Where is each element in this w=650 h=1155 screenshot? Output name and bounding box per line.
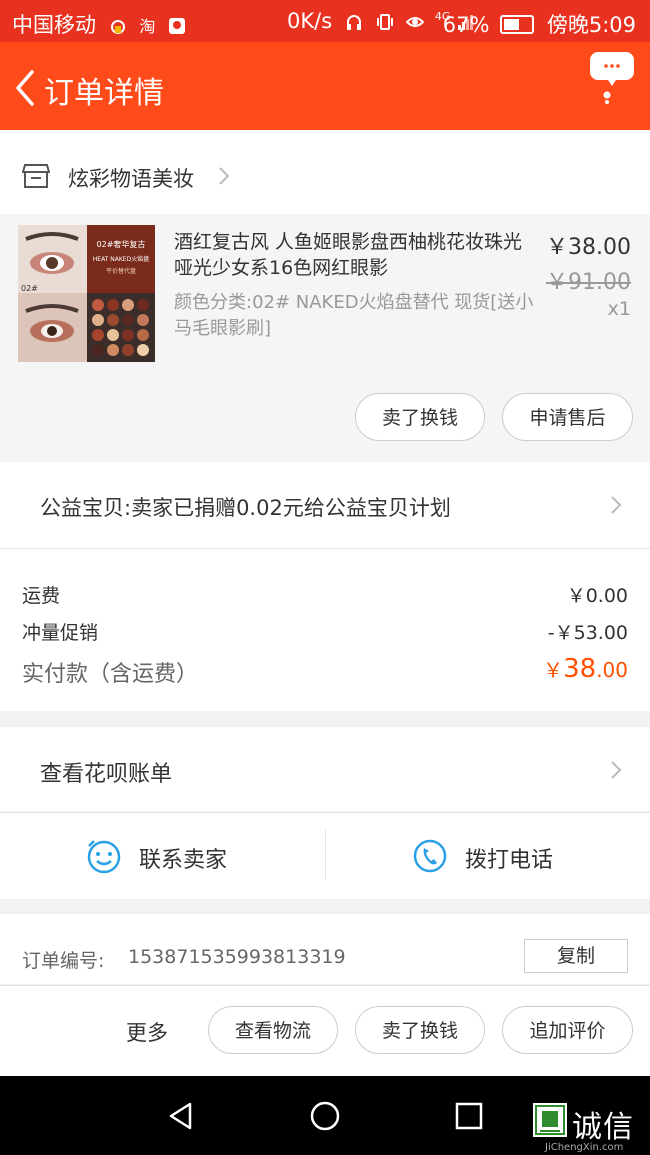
taobao-notification-label: 淘 (139, 17, 156, 36)
watermark-site: JiChengXin.com (545, 1142, 624, 1153)
order-number: 153871535993813319 (128, 946, 346, 968)
eyeshadow-pan (107, 344, 119, 356)
eye-comfort-icon (406, 17, 425, 27)
eyeshadow-pan (92, 329, 104, 341)
thumb-caption-2: HEAT NAKED火焰盘 (93, 255, 149, 263)
order-number-label: 订单编号: (22, 950, 105, 972)
eyeshadow-pan (107, 299, 119, 311)
promo-label: 冲量促销 (22, 622, 99, 644)
carrier-label: 中国移动 (12, 13, 96, 37)
headset-notification-icon (110, 20, 125, 34)
paid-currency: ￥ (543, 658, 564, 682)
nav-recents-icon[interactable] (455, 1102, 483, 1130)
eyeshadow-pan (137, 299, 149, 311)
thumb-caption-1: 02#奢华复古 (97, 239, 146, 249)
shop-name[interactable]: 炫彩物语美妆 (68, 163, 194, 193)
huabei-label[interactable]: 查看花呗账单 (40, 756, 172, 788)
headphones-icon (346, 15, 361, 30)
clock: 傍晚5:09 (546, 13, 636, 37)
charity-text[interactable]: 公益宝贝:卖家已捐赠0.02元给公益宝贝计划 (40, 492, 451, 522)
copy-button[interactable]: 复制 (524, 939, 628, 973)
thumb-caption-3: 平价替代盘 (106, 267, 136, 275)
battery-percent: 67% (442, 13, 490, 37)
product-image: 02#奢华复古 HEAT NAKED火焰盘 平价替代盘 02# (18, 225, 155, 362)
watermark-logo-icon (533, 1103, 567, 1137)
call-seller-button[interactable]: 拨打电话 (465, 842, 553, 874)
eyeshadow-pan (122, 299, 134, 311)
phone-icon[interactable] (412, 838, 448, 874)
header-bar: 订单详情 (0, 42, 650, 130)
item-original-price: ￥91.00 (546, 270, 631, 295)
eyeshadow-pan (137, 329, 149, 341)
item-quantity: x1 (607, 298, 631, 320)
eyeshadow-pan (92, 299, 104, 311)
paid-label: 实付款（含运费） (22, 662, 199, 687)
more-menu-icon[interactable] (590, 50, 634, 104)
product-thumbnail[interactable]: 02#奢华复古 HEAT NAKED火焰盘 平价替代盘 02# (18, 225, 155, 362)
shipping-value: ￥0.00 (566, 585, 628, 607)
thumb-tag: 02# (21, 284, 38, 293)
eyeshadow-pan (122, 314, 134, 326)
eyeshadow-pan (137, 314, 149, 326)
chevron-right-icon (611, 496, 622, 514)
promo-value: -￥53.00 (547, 622, 628, 644)
eyeshadow-pan (92, 344, 104, 356)
app-notification-icon (169, 18, 186, 34)
contact-divider (325, 830, 326, 880)
nav-back-icon[interactable] (166, 1101, 196, 1131)
eyeshadow-pan (137, 344, 149, 356)
sell-button-bottom[interactable]: 卖了换钱 (355, 1006, 485, 1054)
item-title[interactable]: 酒红复古风 人鱼姬眼影盘西柚桃花妆珠光哑光少女系16色网红眼影 (174, 229, 534, 281)
shipping-label: 运费 (22, 585, 61, 607)
paid-decimal: .00 (596, 658, 628, 682)
eyeshadow-pan (122, 329, 134, 341)
battery-fill (504, 19, 520, 30)
status-right: 67% 傍晚5:09 (443, 9, 636, 39)
contact-seller-button[interactable]: 联系卖家 (139, 842, 227, 874)
network-speed: 0K/s (287, 9, 333, 33)
eyeshadow-pan (122, 344, 134, 356)
watermark-brand: 诚信 (572, 1110, 634, 1145)
eyeshadow-pan (107, 329, 119, 341)
more-link[interactable]: 更多 (126, 1017, 168, 1047)
after-sales-button[interactable]: 申请售后 (502, 393, 633, 441)
shop-icon (22, 164, 50, 188)
eyeshadow-pan (107, 314, 119, 326)
view-logistics-button[interactable]: 查看物流 (208, 1006, 338, 1054)
paid-integer: 38 (563, 654, 597, 684)
eyeshadow-pan (92, 314, 104, 326)
chevron-right-icon (611, 761, 622, 779)
status-left: 中国移动 淘 (12, 9, 186, 39)
page-title: 订单详情 (44, 76, 164, 111)
paid-amount: ￥38.00 (543, 654, 628, 684)
chat-smiley-icon[interactable] (86, 838, 122, 874)
system-nav-bar: 诚信 JiChengXin.com (0, 1076, 650, 1155)
back-arrow-icon[interactable] (12, 68, 42, 108)
battery-icon (500, 15, 535, 34)
item-price: ￥38.00 (546, 235, 631, 260)
sell-button[interactable]: 卖了换钱 (355, 393, 485, 441)
add-review-button[interactable]: 追加评价 (502, 1006, 633, 1054)
status-bar: 中国移动 淘 0K/s 4G 67% 傍晚5:09 (0, 0, 650, 42)
vibrate-icon (376, 14, 393, 30)
nav-home-icon[interactable] (309, 1100, 341, 1132)
item-sku: 颜色分类:02# NAKED火焰盘替代 现货[送小马毛眼影刷] (174, 292, 534, 339)
chevron-right-icon (219, 167, 230, 185)
